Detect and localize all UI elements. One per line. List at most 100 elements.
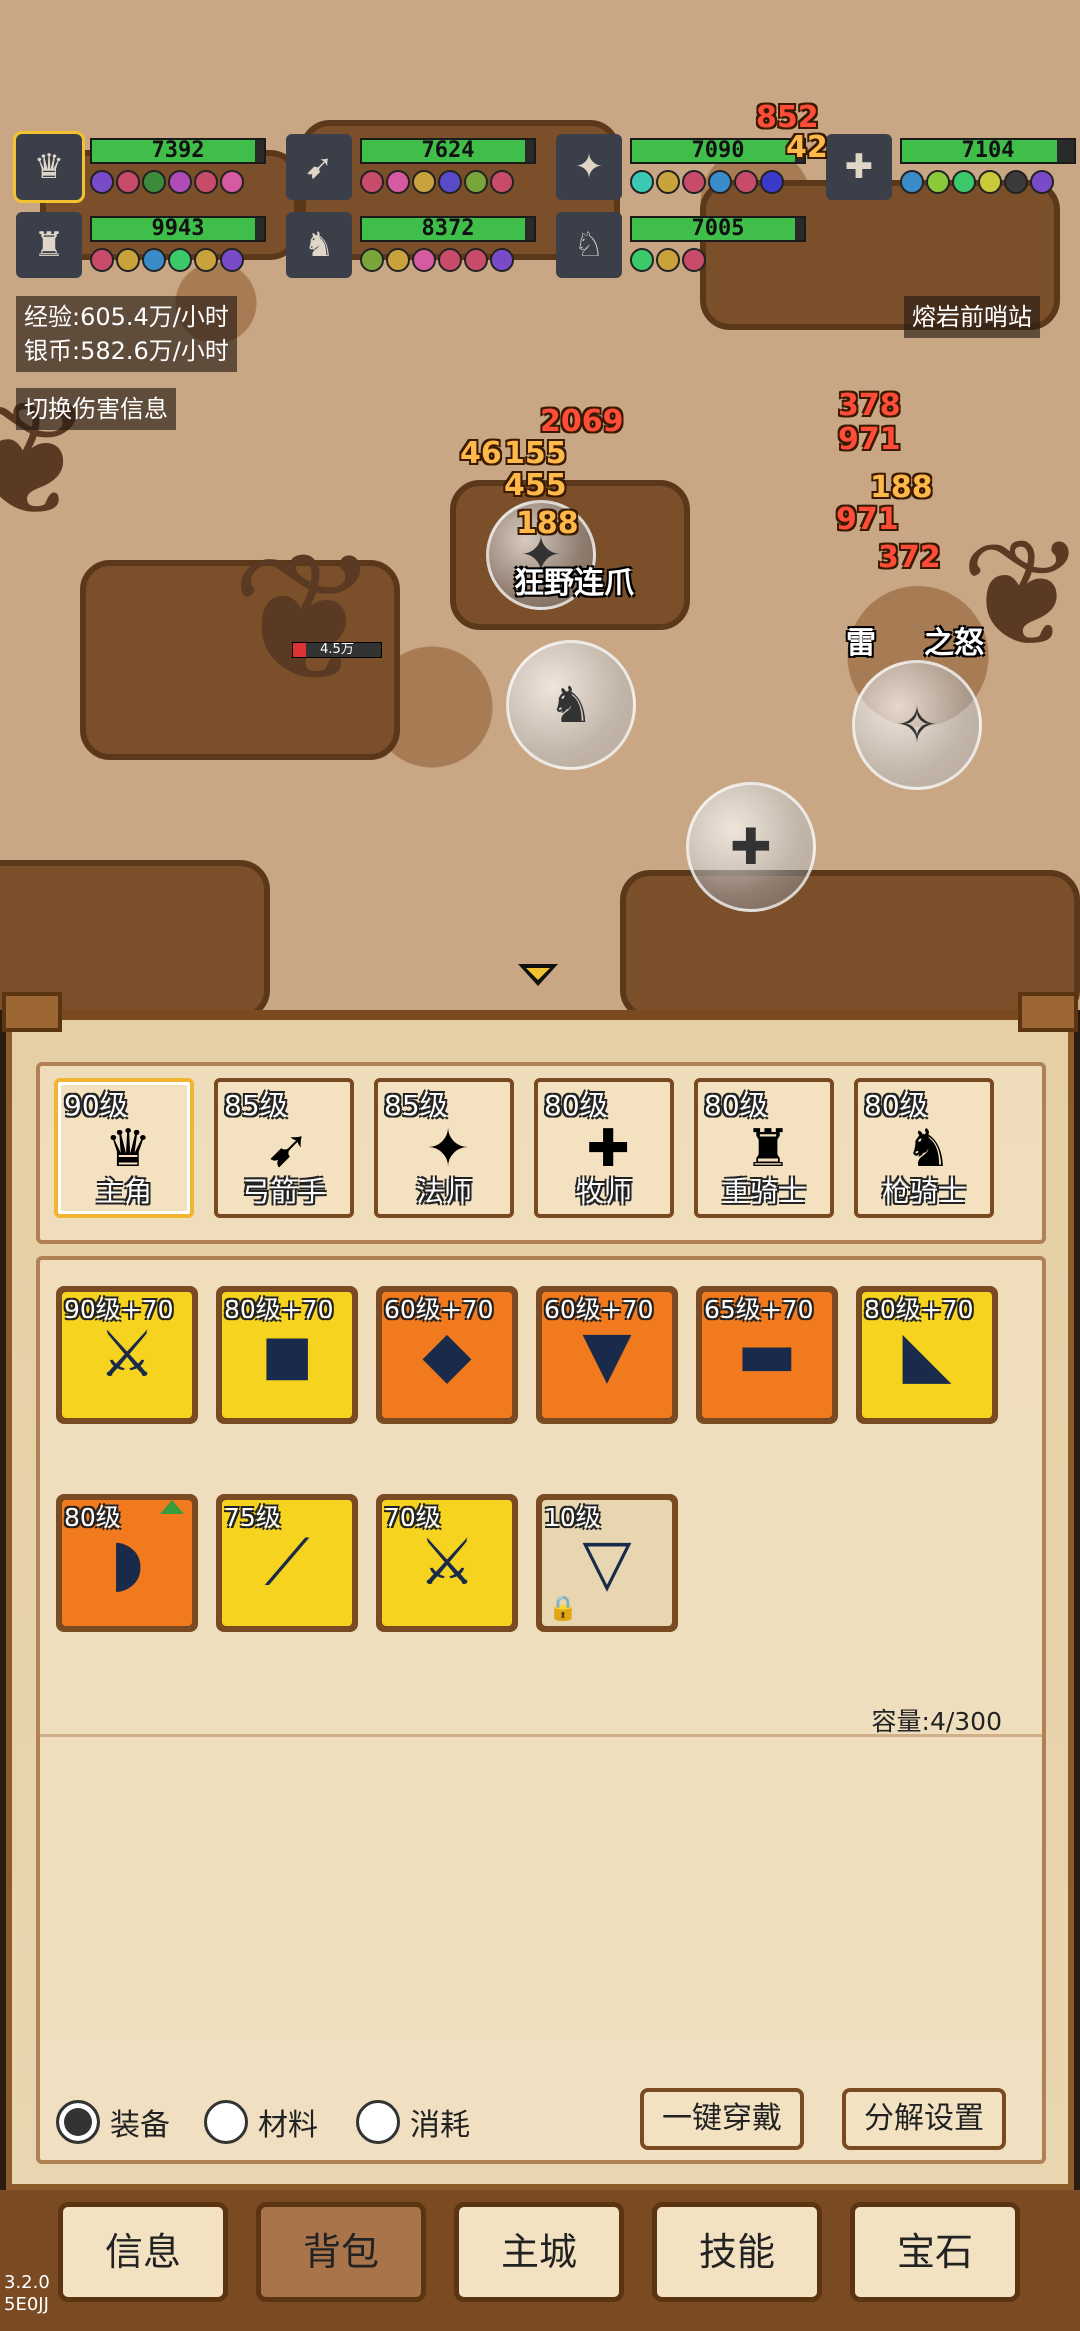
skill-name: 狂野连爪 [514,566,634,601]
item-slot[interactable]: ▽ 10级 🔒 [536,1494,678,1632]
item-slot[interactable]: ⟋ 75级 [216,1494,358,1632]
hp-bar: 8372 [360,216,536,242]
buff-icon [682,248,706,272]
character-name: 枪骑士 [881,1175,966,1208]
income-info: 经验:605.4万/小时 银币:582.6万/小时 [16,296,237,372]
nav-button[interactable]: 主城 [454,2202,624,2302]
character-name: 弓箭手 [241,1175,326,1208]
character-name: 牧师 [575,1175,632,1208]
filter-materials[interactable]: 材料 [204,2098,318,2146]
party-member-card[interactable]: ♛ 7392 [13,131,266,203]
enemy-hp-bar: 4.5万 [292,642,382,658]
damage-number: 2069 [540,404,624,439]
filter-equipment[interactable]: 装备 [56,2098,170,2146]
filter-equipment-label: 装备 [110,2108,170,2143]
bag-section: ⚔ 90级+70 ◼ 80级+70 ◆ 60级+70 ▼ 60级+70 ▬ 65级+70 ◣ 80级+… [36,1256,1046,2164]
character-slot[interactable]: ➹ 85级 弓箭手 [214,1078,354,1218]
filter-materials-label: 材料 [258,2108,318,2143]
battlefield: ❦ ❦ ❦ ♛ 7392 ➹ 7624 ✦ 7090 ✚ 7104 ♜ 9943 ♞ 8372 ♘ 700… [0,0,1080,1010]
capacity-label: 容量:4/300 [871,1707,1002,1736]
buff-icon [926,170,950,194]
item-slot[interactable]: ▬ 65级+70 [696,1286,838,1424]
hp-value: 7392 [151,138,205,163]
character-level: 90级 [64,1089,128,1122]
party-member-card[interactable]: ✚ 7104 [826,134,1076,202]
item-slot[interactable]: ⚔ 90级+70 [56,1286,198,1424]
lava-path [0,860,270,1010]
nav-button[interactable]: 信息 [58,2202,228,2302]
buff-icon [464,248,488,272]
damage-number: 971 [836,502,899,537]
buff-icon [116,248,140,272]
party-member-card[interactable]: ➹ 7624 [286,134,536,202]
buff-icon [168,248,192,272]
equip-all-button[interactable]: 一键穿戴 [640,2088,804,2150]
hp-value: 7624 [421,138,475,163]
character-slot[interactable]: ✦ 85级 法师 [374,1078,514,1218]
item-level: 10级 [544,1503,601,1532]
inventory-panel: ♛ 90级 主角 ➹ 85级 弓箭手 ✦ 85级 法师 ✚ 80级 牧师 ♜ 80级 重骑士 ♞ 80级 枪骑士 … [2,992,1078,2190]
character-name: 法师 [415,1175,472,1208]
toggle-damage-button[interactable]: 切换伤害信息 [16,388,176,430]
dead-tree-icon: ❦ [230,515,381,724]
damage-number: 188 [870,470,933,505]
character-slot[interactable]: ♞ 80级 枪骑士 [854,1078,994,1218]
shirt-icon: ◆ [422,1318,472,1392]
version-number: 3.2.0 [4,2272,50,2293]
buff-icon [412,170,436,194]
damage-number: 155 [504,436,567,471]
hp-bar: 7005 [630,216,806,242]
character-level: 80级 [544,1089,608,1122]
mage-hero-sprite: ✧ [852,660,982,790]
party-member-card[interactable]: ♜ 9943 [16,212,266,280]
buff-icon [708,170,732,194]
buff-icon [116,170,140,194]
party-member-card[interactable]: ♞ 8372 [286,212,536,280]
nav-button[interactable]: 背包 [256,2202,426,2302]
damage-number: 971 [838,422,901,457]
item-slot[interactable]: ▼ 60级+70 [536,1286,678,1424]
item-level: 60级+70 [544,1295,654,1324]
shoulder-armor-icon: ◗ [110,1526,144,1600]
item-slot[interactable]: ◣ 80级+70 [856,1286,998,1424]
party-member-card[interactable]: ♘ 7005 [556,212,806,280]
buff-icon [194,170,218,194]
damage-number: 42 [786,130,828,165]
character-slot[interactable]: ♜ 80级 重骑士 [694,1078,834,1218]
item-level: 60级+70 [384,1295,494,1324]
boots-icon: ◣ [902,1318,952,1392]
buff-icon [194,248,218,272]
panel-corner [1018,992,1078,1032]
buff-list [630,170,784,194]
radio-selected-icon [56,2100,100,2144]
character-slot[interactable]: ♛ 90级 主角 [54,1078,194,1218]
party-member-card[interactable]: ✦ 7090 [556,134,806,202]
buff-list [360,248,514,272]
filter-consumables[interactable]: 消耗 [356,2098,470,2146]
buff-icon [90,248,114,272]
item-slot[interactable]: ◼ 80级+70 [216,1286,358,1424]
divider [40,1734,1042,1737]
buff-icon [1030,170,1054,194]
silver-rate: 银币:582.6万/小时 [24,337,229,365]
dismantle-settings-button[interactable]: 分解设置 [842,2088,1006,2150]
item-level: 65级+70 [704,1295,814,1324]
item-slot[interactable]: ◆ 60级+70 [376,1286,518,1424]
buff-icon [386,170,410,194]
damage-number: 372 [878,540,941,575]
bracer-icon: ▬ [736,1318,798,1392]
hp-bar: 7392 [90,138,266,164]
buff-icon [360,170,384,194]
nav-button[interactable]: 宝石 [850,2202,1020,2302]
exp-rate: 经验:605.4万/小时 [24,303,229,331]
nav-button[interactable]: 技能 [652,2202,822,2302]
character-slot[interactable]: ✚ 80级 牧师 [534,1078,674,1218]
heavy-knight-portrait: ♜ [16,212,82,278]
buff-icon [630,170,654,194]
hp-value: 9943 [151,216,205,241]
buff-icon [656,170,680,194]
buff-icon [760,170,784,194]
item-slot[interactable]: ⚔ 70级 [376,1494,518,1632]
item-slot[interactable]: ◗ 80级 [56,1494,198,1632]
buff-list [360,170,514,194]
